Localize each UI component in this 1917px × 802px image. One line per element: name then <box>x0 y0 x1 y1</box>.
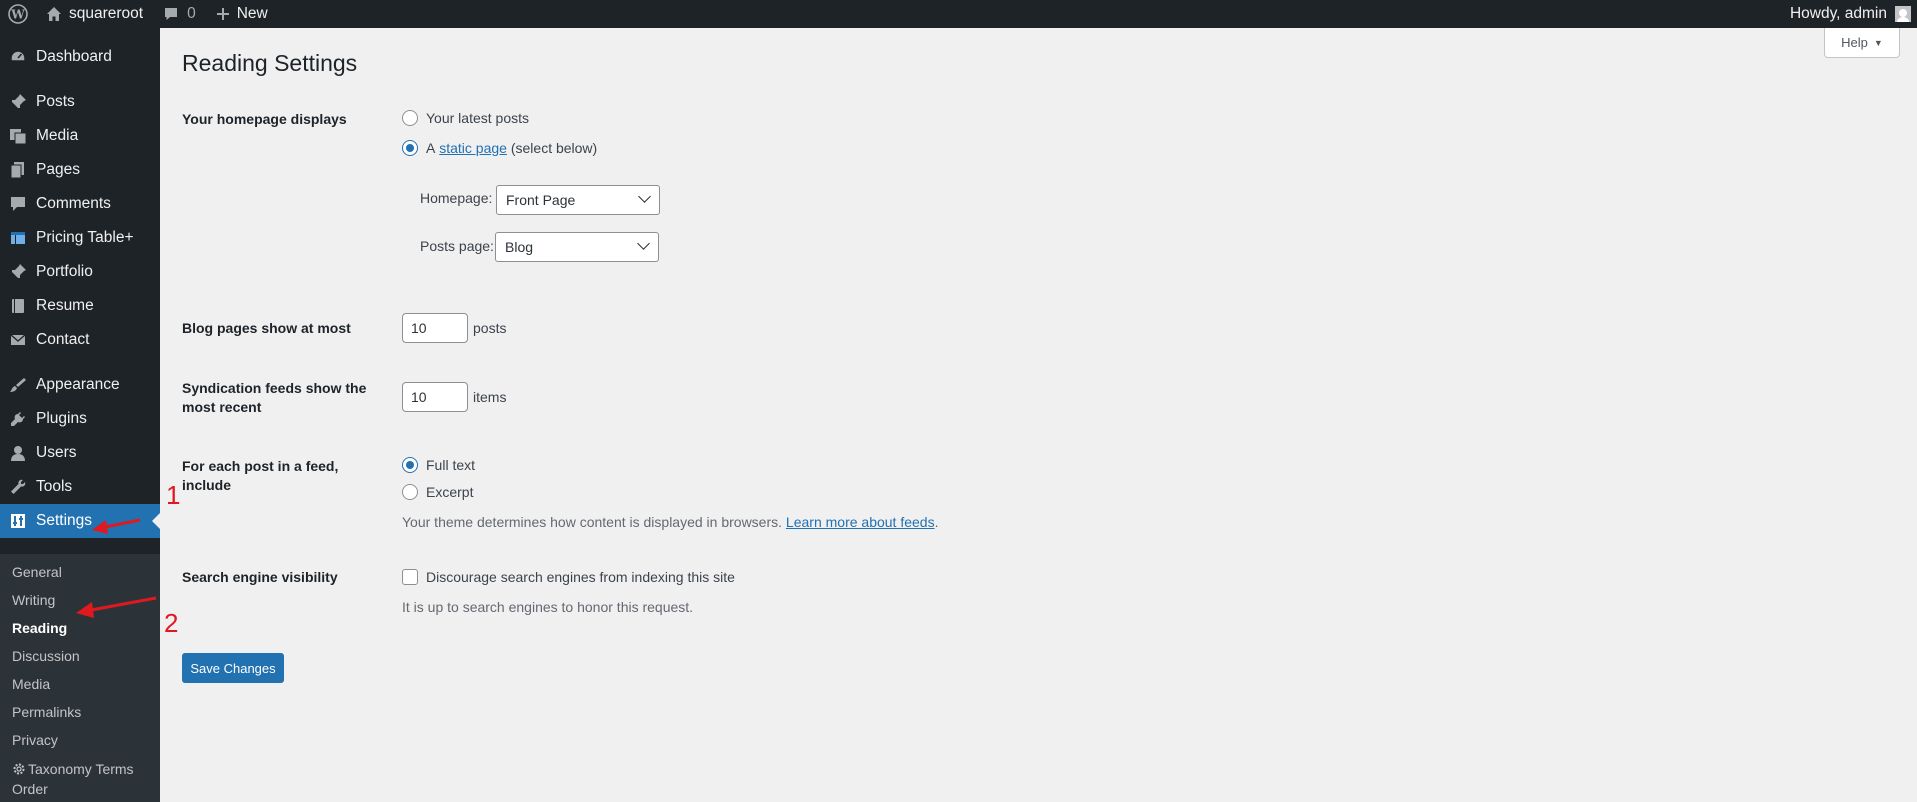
homepage-select-value: Front Page <box>506 192 576 208</box>
main-content: Help ▼ Reading Settings Your homepage di… <box>160 28 1917 802</box>
new-content-link[interactable]: New <box>206 0 278 28</box>
option-static-page[interactable]: A static page (select below) <box>402 140 597 156</box>
option-excerpt[interactable]: Excerpt <box>402 484 473 500</box>
homepage-select-label: Homepage: <box>420 190 493 206</box>
admin-bar: W squareroot 0 New Howdy, admin <box>0 0 1917 28</box>
my-account-link[interactable]: Howdy, admin <box>1780 0 1917 28</box>
radio-latest-posts[interactable] <box>402 110 418 126</box>
save-changes-button[interactable]: Save Changes <box>182 653 284 683</box>
blog-pages-unit: posts <box>473 320 507 336</box>
blog-pages-input[interactable]: 10 <box>402 313 468 343</box>
radio-excerpt[interactable] <box>402 484 418 500</box>
search-visibility-label: Search engine visibility <box>182 569 338 585</box>
caret-down-icon: ▼ <box>1873 37 1883 48</box>
posts-page-select-label: Posts page: <box>420 238 494 254</box>
feed-description: Your theme determines how content is dis… <box>402 514 938 530</box>
option-full-text-label: Full text <box>426 457 476 473</box>
chevron-down-icon <box>637 237 650 250</box>
syndication-input[interactable]: 10 <box>402 382 468 412</box>
syndication-label-line2: most recent <box>182 399 262 415</box>
radio-static-page[interactable] <box>402 140 418 156</box>
option-excerpt-label: Excerpt <box>426 484 474 500</box>
blog-pages-label: Blog pages show at most <box>182 320 351 336</box>
discourage-search-label: Discourage search engines from indexing … <box>426 569 735 585</box>
page-title: Reading Settings <box>182 50 358 76</box>
option-latest-posts-label: Your latest posts <box>426 110 529 126</box>
posts-page-select-value: Blog <box>505 239 534 255</box>
annotation-arrow-1 <box>92 518 141 534</box>
greeting: Howdy, admin <box>1789 5 1887 22</box>
radio-full-text[interactable] <box>402 457 418 473</box>
syndication-label: Syndication feeds show the most recent <box>182 379 382 417</box>
feed-description-text: Your theme determines how content is dis… <box>402 514 783 530</box>
annotation-arrow-2 <box>76 596 157 618</box>
posts-page-select[interactable]: Blog <box>495 232 659 262</box>
chevron-down-icon <box>638 190 651 203</box>
option-static-suffix: (select below) <box>510 140 598 156</box>
help-button[interactable]: Help ▼ <box>1824 28 1900 58</box>
syndication-unit: items <box>473 389 507 405</box>
discourage-search-checkbox[interactable] <box>402 569 418 585</box>
feed-include-label: For each post in a feed, include <box>182 458 339 493</box>
option-full-text[interactable]: Full text <box>402 457 475 473</box>
option-static-prefix: A <box>426 140 436 156</box>
homepage-displays-label: Your homepage displays <box>182 111 347 127</box>
learn-more-feeds-link[interactable]: Learn more about feeds <box>786 514 935 530</box>
avatar <box>1895 6 1911 22</box>
syndication-label-line1: Syndication feeds show the <box>182 380 367 396</box>
feed-description-suffix: . <box>934 514 939 530</box>
static-page-link[interactable]: static page <box>439 140 507 156</box>
plus-icon <box>216 7 230 21</box>
discourage-search-option[interactable]: Discourage search engines from indexing … <box>402 569 735 585</box>
option-latest-posts[interactable]: Your latest posts <box>402 110 529 126</box>
homepage-select[interactable]: Front Page <box>496 185 660 215</box>
search-visibility-description: It is up to search engines to honor this… <box>402 599 694 615</box>
help-label: Help <box>1841 35 1868 50</box>
new-label: New <box>236 5 268 22</box>
